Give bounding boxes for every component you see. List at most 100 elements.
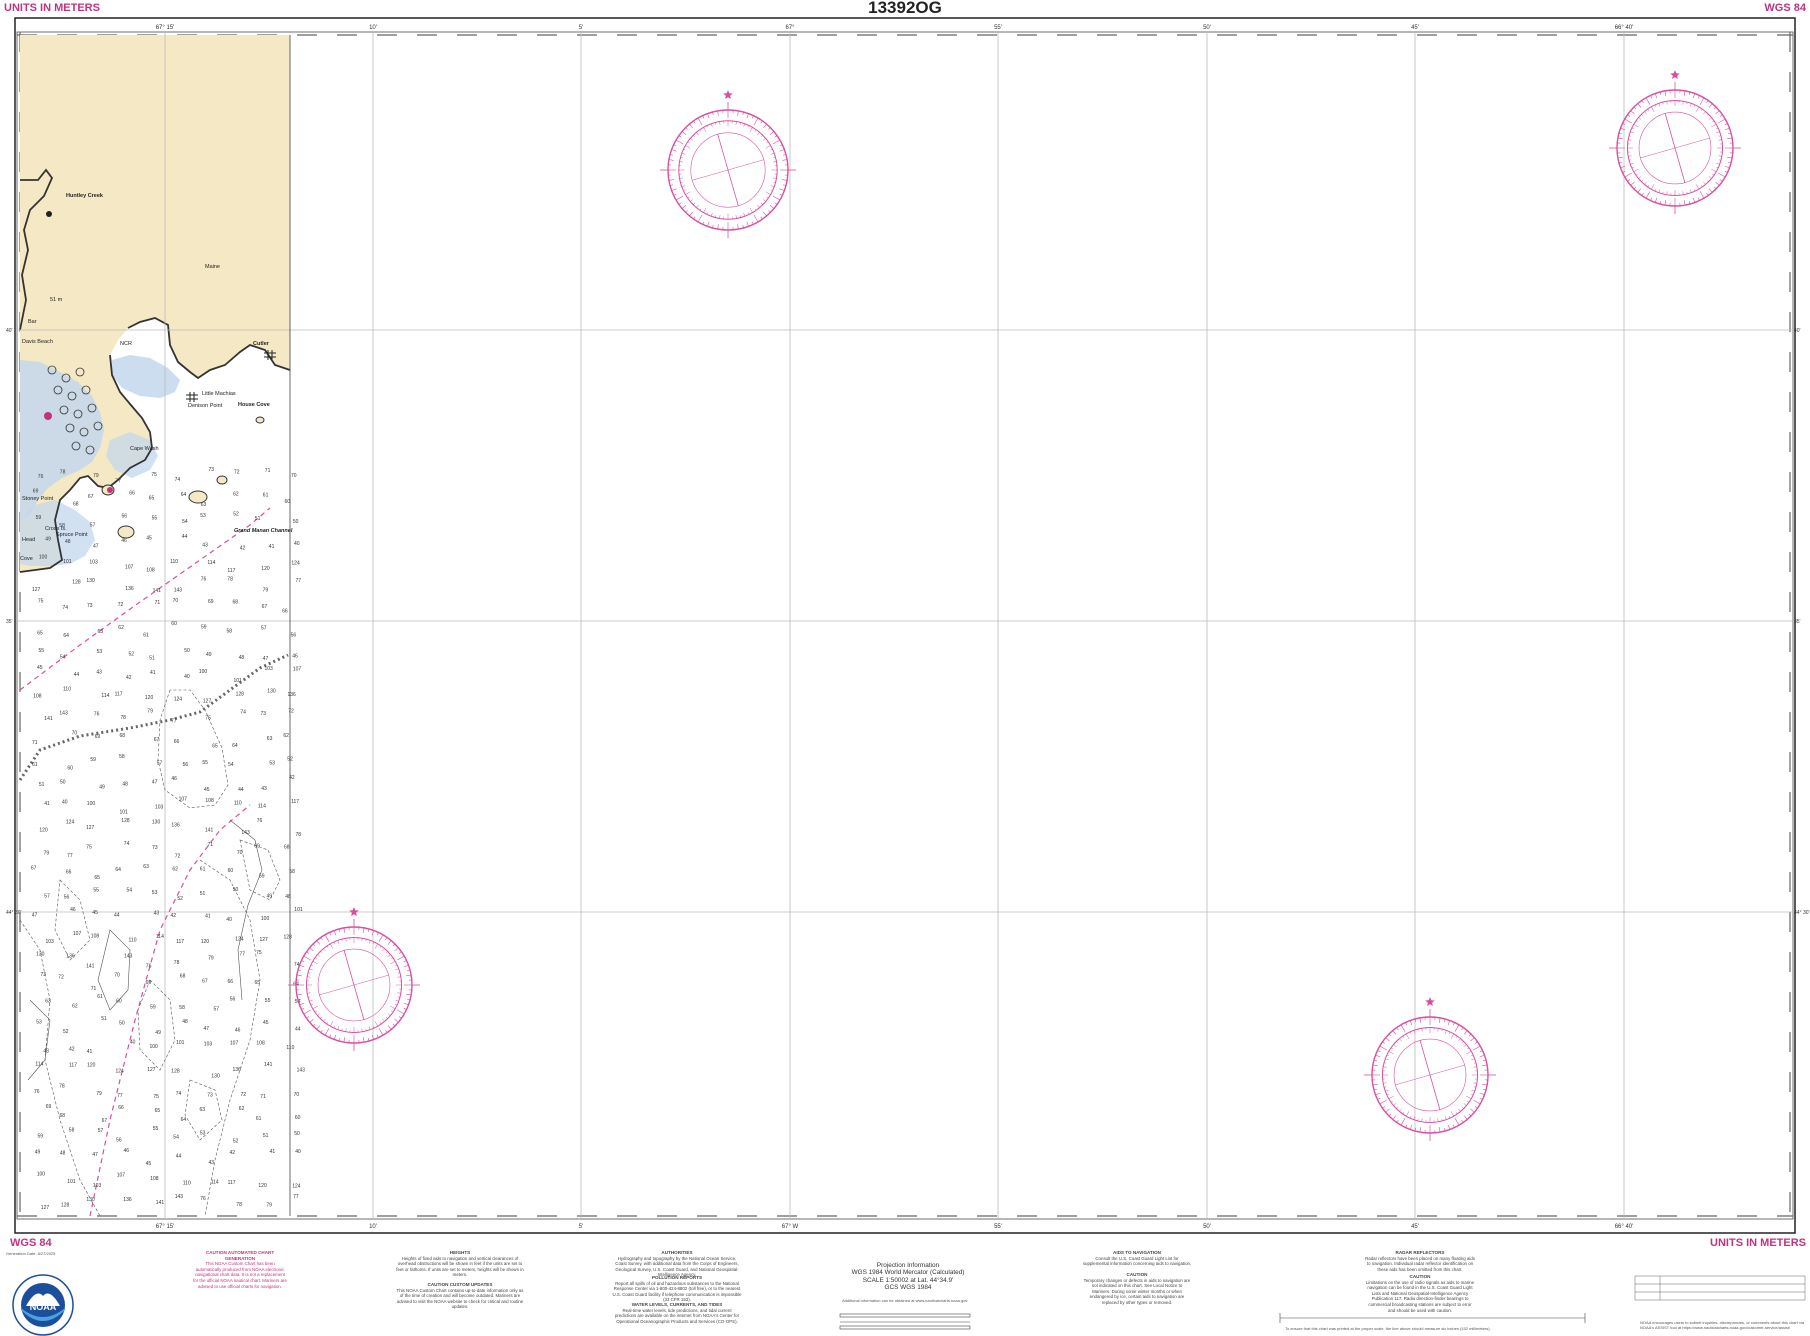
- depth-sounding: 59: [38, 1134, 44, 1140]
- depth-sounding: 44: [114, 912, 120, 918]
- depth-sounding: 65: [37, 630, 43, 636]
- depth-sounding: 52: [233, 511, 239, 517]
- depth-sounding: 75: [86, 844, 92, 850]
- depth-sounding: 73: [207, 1093, 213, 1099]
- depth-sounding: 40: [62, 799, 68, 805]
- place-label: Grand Manan Channel: [234, 528, 293, 534]
- depth-sounding: 55: [153, 1126, 159, 1132]
- top-longitude-label: 10': [369, 25, 377, 31]
- depth-sounding: 77: [67, 853, 73, 859]
- depth-sounding: 45: [146, 1161, 152, 1167]
- depth-sounding: 47: [32, 912, 38, 918]
- bottom-longitude-label: 10': [369, 1224, 377, 1230]
- depth-sounding: 64: [115, 867, 121, 873]
- depth-sounding: 77: [117, 1093, 123, 1099]
- depth-sounding: 61: [256, 1116, 262, 1122]
- depth-sounding: 78: [296, 832, 302, 838]
- bottom-longitude-label: 45': [1411, 1224, 1419, 1230]
- depth-sounding: 128: [284, 934, 293, 940]
- depth-sounding: 60: [67, 766, 73, 772]
- depth-sounding: 56: [183, 762, 189, 768]
- caution-radio-note: CAUTION Limitations on the use of radio …: [1365, 1274, 1475, 1313]
- depth-sounding: 69: [46, 1104, 52, 1110]
- depth-sounding: 75: [205, 716, 211, 722]
- depth-sounding: 127: [260, 937, 269, 943]
- depth-sounding: 141: [156, 1200, 165, 1206]
- depth-sounding: 72: [241, 1092, 247, 1098]
- depth-sounding: 141: [205, 827, 214, 833]
- depth-sounding: 50: [233, 887, 239, 893]
- depth-sounding: 54: [228, 762, 234, 768]
- depth-sounding: 71: [208, 842, 214, 848]
- depth-sounding: 60: [171, 621, 177, 627]
- depth-sounding: 110: [63, 686, 71, 692]
- depth-sounding: 51: [101, 1016, 107, 1022]
- depth-sounding: 130: [36, 951, 45, 957]
- depth-sounding: 75: [153, 1094, 159, 1100]
- depth-sounding: 68: [120, 733, 126, 739]
- depth-sounding: 43: [43, 1049, 49, 1055]
- depth-sounding: 76: [201, 577, 207, 583]
- depth-sounding: 56: [116, 1137, 122, 1143]
- depth-sounding: 62: [72, 1003, 78, 1009]
- depth-sounding: 57: [90, 522, 96, 528]
- depth-sounding: 47: [93, 544, 99, 550]
- depth-sounding: 76: [200, 1196, 206, 1202]
- depth-sounding: 103: [93, 1183, 102, 1189]
- depth-sounding: 66: [118, 1105, 124, 1111]
- depth-sounding: 52: [287, 757, 293, 763]
- depth-sounding: 120: [87, 1062, 96, 1068]
- depth-sounding: 77: [296, 578, 302, 584]
- depth-sounding: 42: [240, 546, 246, 552]
- place-label: Head: [22, 537, 35, 543]
- depth-sounding: 66: [282, 609, 288, 615]
- depth-sounding: 52: [63, 1029, 69, 1035]
- depth-sounding: 103: [89, 560, 98, 566]
- depth-sounding: 72: [118, 602, 124, 608]
- depth-sounding: 68: [284, 845, 290, 851]
- depth-sounding: 42: [289, 775, 295, 781]
- depth-sounding: 69: [95, 734, 101, 740]
- depth-sounding: 100: [150, 1044, 159, 1050]
- depth-sounding: 64: [232, 743, 238, 749]
- place-label: Davis Beach: [22, 339, 53, 345]
- depth-sounding: 77: [293, 1194, 299, 1200]
- depth-sounding: 56: [64, 894, 70, 900]
- depth-sounding: 79: [208, 956, 214, 962]
- depth-sounding: 74: [63, 605, 69, 611]
- depth-sounding: 58: [227, 628, 233, 634]
- depth-sounding: 136: [171, 822, 180, 828]
- depth-sounding: 50: [184, 648, 190, 654]
- right-latitude-label: 40': [1794, 328, 1801, 334]
- depth-sounding: 79: [263, 588, 269, 594]
- depth-sounding: 108: [146, 567, 155, 573]
- depth-sounding: 100: [261, 916, 270, 922]
- depth-sounding: 120: [145, 695, 154, 701]
- depth-sounding: 53: [36, 1020, 42, 1026]
- depth-sounding: 114: [101, 693, 109, 699]
- caution-aids-note: CAUTION Temporary changes or defects in …: [1082, 1272, 1192, 1306]
- depth-sounding: 130: [86, 578, 95, 584]
- depth-sounding: 63: [200, 1107, 206, 1113]
- depth-sounding: 51: [255, 516, 261, 522]
- depth-sounding: 53: [269, 761, 275, 767]
- depth-sounding: 79: [96, 1091, 102, 1097]
- depth-sounding: 62: [172, 867, 178, 873]
- place-label: 51 m: [50, 297, 63, 303]
- generation-date: Generation Date: 8/27/2025: [6, 1251, 55, 1256]
- depth-sounding: 55: [202, 760, 208, 766]
- right-latitude-label: 44° 30': [1794, 910, 1810, 916]
- top-longitude-label: 67°: [785, 25, 795, 31]
- depth-sounding: 50: [119, 1020, 125, 1026]
- depth-sounding: 74: [124, 841, 130, 847]
- authorities-note: AUTHORITIES Hydrography and topography b…: [612, 1250, 742, 1278]
- depth-sounding: 61: [32, 762, 38, 768]
- depth-sounding: 120: [258, 1183, 267, 1189]
- depth-sounding: 70: [173, 598, 179, 604]
- depth-sounding: 68: [60, 1113, 66, 1119]
- nautical-chart[interactable]: 7678797775747372717069686766656463626160…: [0, 0, 1810, 1335]
- depth-sounding: 124: [291, 561, 300, 567]
- depth-sounding: 75: [256, 950, 262, 956]
- depth-sounding: 55: [152, 516, 158, 522]
- depth-sounding: 58: [69, 1127, 75, 1133]
